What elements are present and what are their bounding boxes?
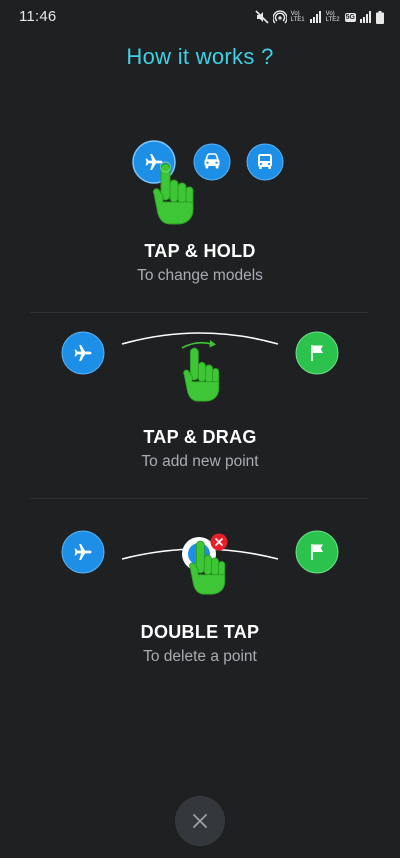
page-title: How it works ? (126, 44, 274, 69)
signal-icon-2 (360, 11, 371, 23)
step-description-tap-hold: To change models (137, 267, 263, 284)
status-bar: 11:46 Vo) LTE1 Vo) LTE2 5G (0, 0, 400, 34)
sim2-lte-label: LTE2 (325, 17, 340, 23)
network-badge: 5G (344, 12, 356, 22)
step-description-double-tap: To delete a point (143, 648, 257, 665)
sim1-lte-label: LTE1 (290, 17, 305, 23)
status-icons: Vo) LTE1 Vo) LTE2 5G (255, 8, 384, 26)
bus-icon (258, 154, 272, 169)
pointing-hand-icon (153, 161, 194, 225)
sim2-label: Vo) LTE2 (326, 11, 341, 23)
divider (30, 498, 368, 499)
step-heading-double-tap: DOUBLE TAP (140, 622, 260, 642)
divider (30, 312, 368, 313)
hotspot-icon (272, 10, 287, 24)
how-it-works-screen: 11:46 Vo) LTE1 Vo) LTE2 5G How it works … (0, 0, 400, 858)
signal-icon (309, 11, 321, 23)
pointing-hand-icon (183, 347, 220, 402)
step-heading-tap-hold: TAP & HOLD (144, 241, 256, 261)
step-heading-tap-drag: TAP & DRAG (143, 427, 257, 447)
origin-plane-marker[interactable] (61, 530, 105, 574)
origin-plane-marker[interactable] (61, 331, 105, 375)
sim1-label: Vo) LTE1 (291, 11, 306, 23)
car-model-button[interactable] (193, 143, 231, 181)
bus-model-button[interactable] (246, 143, 284, 181)
close-icon (193, 814, 207, 828)
status-time: 11:46 (19, 8, 57, 25)
destination-flag-marker[interactable] (295, 530, 339, 574)
pointing-hand-icon (189, 540, 226, 595)
battery-icon (376, 10, 384, 24)
mute-icon (255, 10, 269, 24)
step-description-tap-drag: To add new point (141, 453, 259, 470)
destination-flag-marker[interactable] (295, 331, 339, 375)
close-button[interactable] (175, 796, 225, 846)
